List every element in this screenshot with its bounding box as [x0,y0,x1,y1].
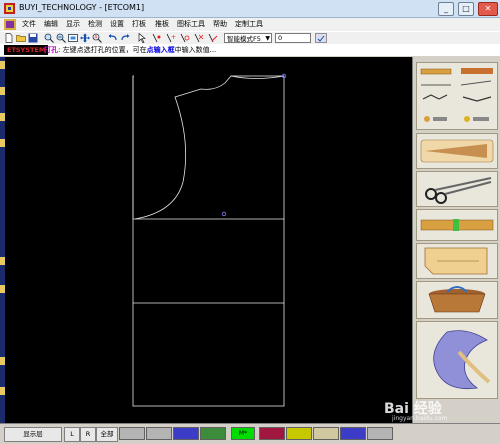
pattern-drawing[interactable] [5,57,412,423]
menu-edit[interactable]: 编辑 [44,19,58,30]
drawing-canvas[interactable] [5,57,412,423]
layer-display-button[interactable]: 显示层 [4,427,62,442]
prompt-message: 打孔: 左键点选打孔的位置，可在点输入框中输入数值... [44,45,216,55]
save-icon[interactable] [28,33,38,43]
fabric-basket-tool[interactable] [416,281,498,319]
layer-swatch-8[interactable] [313,427,339,440]
curve-ruler-tool[interactable] [416,321,498,399]
scissors-tool[interactable] [416,171,498,207]
prompt-text-1: : 左键点选打孔的位置，可在 [58,46,147,54]
measure-tool-icon[interactable] [208,33,218,43]
pattern-piece-icon [424,247,488,275]
menu-file[interactable]: 文件 [22,19,36,30]
add-point-icon[interactable]: + [166,33,176,43]
app-icon [4,3,15,14]
svg-text:A: A [95,35,98,40]
layer-left-button[interactable]: L [64,427,80,442]
drafting-tools-group[interactable] [416,62,498,130]
value-input[interactable]: 0 [275,33,311,43]
zoom-out-icon[interactable] [56,33,66,43]
watermark-url: jingyan.baidu.com [392,415,448,422]
minimize-button[interactable]: _ [438,2,454,16]
zoom-window-icon[interactable] [68,33,78,43]
menu-view[interactable]: 显示 [66,19,80,30]
layer-swatch-4[interactable] [200,427,226,440]
svg-text:+: + [171,34,176,41]
layer-swatch-1[interactable] [119,427,145,440]
pattern-outline [132,75,285,407]
pan-icon[interactable] [80,33,90,43]
ruler-icon [420,139,494,163]
ruler-tool[interactable] [416,133,498,169]
menu-check[interactable]: 检测 [88,19,102,30]
menu-icon-tools[interactable]: 图标工具 [177,19,205,30]
prompt-command: 打孔 [44,46,58,54]
all-layers-button[interactable]: 全部 [96,427,118,442]
scissors-icon[interactable] [194,33,204,43]
layer-swatch-6[interactable] [259,427,285,440]
tool-panel [412,57,500,423]
window-title: BUYI_TECHNOLOGY - [ETCOM1] [19,3,145,12]
menu-pattern[interactable]: 打板 [132,19,146,30]
notch-tool[interactable] [416,209,498,241]
undo-icon[interactable] [108,33,118,43]
basket-icon [428,286,486,313]
mode-select-value: 智能模式F5 [227,35,261,43]
maximize-button[interactable]: □ [458,2,474,16]
hole-point[interactable] [221,211,227,217]
menu-grading[interactable]: 推板 [155,19,169,30]
layer-swatch-active[interactable]: M* [231,427,255,440]
scissors-icon [425,177,492,204]
layer-swatch-7[interactable] [286,427,312,440]
menu-help[interactable]: 帮助 [213,19,227,30]
layer-swatch-9[interactable] [340,427,366,440]
apply-icon[interactable] [315,33,327,43]
application-window: BUYI_TECHNOLOGY - [ETCOM1] _ □ ✕ 文件 编辑 显… [0,0,500,444]
menu-bar: 文件 编辑 显示 检测 设置 打板 推板 图标工具 帮助 定制工具 [0,18,500,31]
prompt-line: ETSYSTEM 打孔: 左键点选打孔的位置，可在点输入框中输入数值... [0,44,500,56]
bottom-bar: 显示层 L R 全部 M* [0,423,500,444]
select-arrow-icon[interactable] [138,33,148,43]
document-icon[interactable] [4,19,16,30]
mode-select[interactable]: 智能模式F5 ▼ [224,33,272,43]
prompt-link[interactable]: 点输入框 [147,46,175,54]
curve-ruler-icon [433,330,491,390]
chevron-down-icon: ▼ [265,35,270,42]
prompt-text-2: 中输入数值... [174,46,217,54]
layer-swatch-2[interactable] [146,427,172,440]
zoom-in-icon[interactable] [44,33,54,43]
new-file-icon[interactable] [4,33,14,43]
point-tool-icon[interactable] [152,33,162,43]
layer-swatch-3[interactable] [173,427,199,440]
hole-tool-icon[interactable] [180,33,190,43]
layer-right-button[interactable]: R [80,427,96,442]
system-tag: ETSYSTEM [4,45,49,55]
open-folder-icon[interactable] [16,33,26,43]
zoom-all-icon[interactable]: A [92,33,102,43]
close-button[interactable]: ✕ [478,2,498,16]
pattern-piece-tool[interactable] [416,243,498,279]
menu-custom-tools[interactable]: 定制工具 [235,19,263,30]
drafting-tools-icon [420,68,493,122]
layer-swatch-10[interactable] [367,427,393,440]
redo-icon[interactable] [120,33,130,43]
menu-settings[interactable]: 设置 [110,19,124,30]
notch-icon [420,219,494,231]
armhole-curve [134,75,285,220]
title-bar: BUYI_TECHNOLOGY - [ETCOM1] _ □ ✕ [0,0,500,18]
